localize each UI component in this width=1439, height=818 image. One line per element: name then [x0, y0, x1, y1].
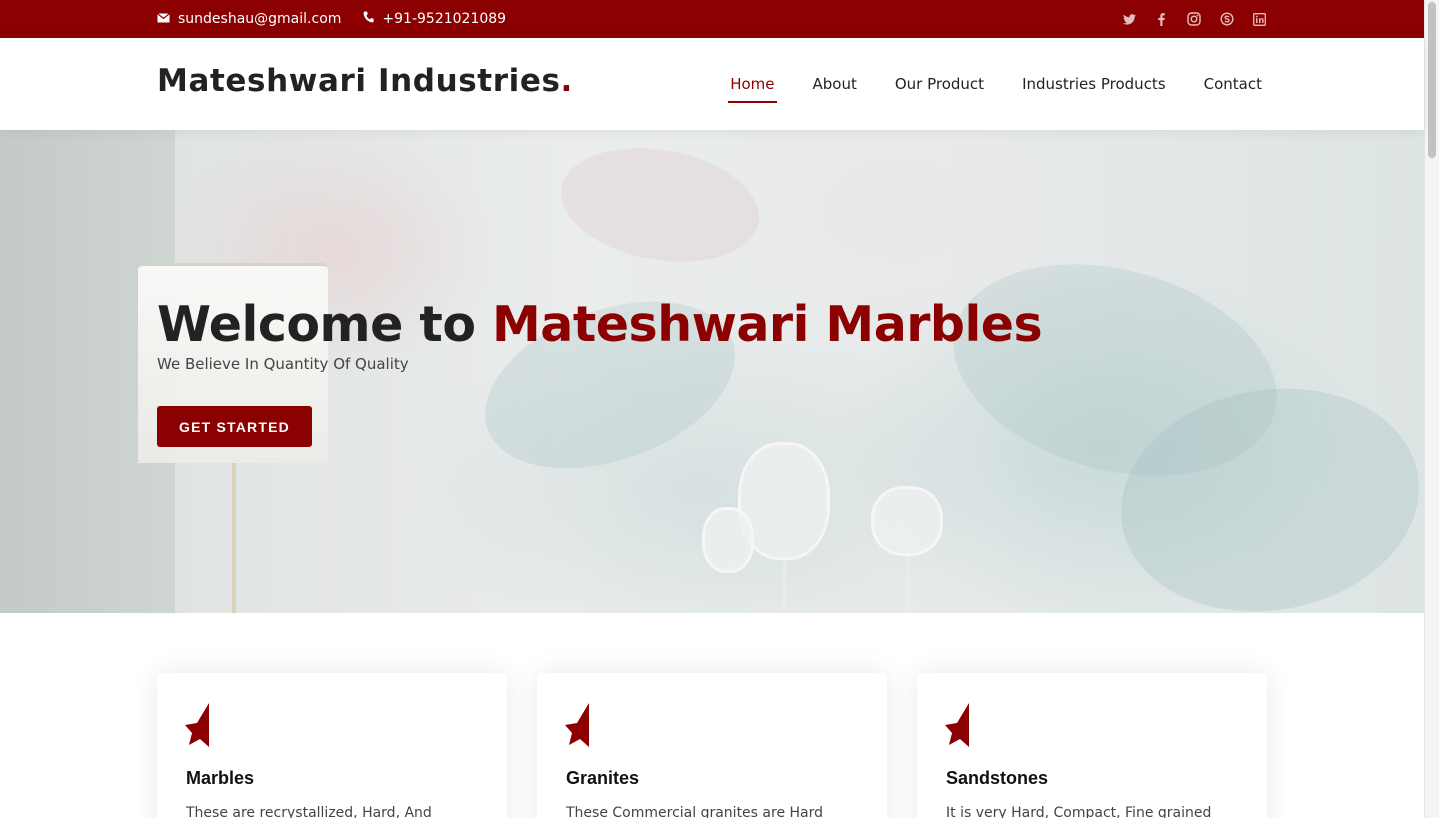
email-text: sundeshau@gmail.com	[178, 11, 342, 27]
hero-section: Welcome to Mateshwari Marbles We Believe…	[0, 130, 1424, 613]
hero-title: Welcome to Mateshwari Marbles	[157, 295, 1043, 355]
hero-lamp-pole	[232, 463, 236, 613]
nav-industries-products[interactable]: Industries Products	[1020, 71, 1168, 97]
card-text: It is very Hard, Compact, Fine grained	[946, 805, 1212, 818]
linkedin-icon[interactable]	[1250, 10, 1268, 28]
phone-text: +91-9521021089	[382, 11, 507, 27]
card-sandstones[interactable]: Sandstones It is very Hard, Compact, Fin…	[917, 673, 1267, 818]
logo-text: Mateshwari Industries	[157, 63, 561, 99]
hero-title-accent: Mateshwari Marbles	[492, 296, 1043, 353]
main-nav: Home About Our Product Industries Produc…	[694, 38, 1264, 130]
nav-about[interactable]: About	[811, 71, 859, 97]
scrollbar-thumb[interactable]	[1428, 2, 1436, 158]
card-text: These are recrystallized, Hard, And	[186, 805, 432, 818]
hero-mirror-stand	[783, 560, 786, 613]
site-header: Mateshwari Industries. Home About Our Pr…	[0, 38, 1424, 130]
star-half-icon	[185, 703, 209, 747]
hero-mirror-stand	[906, 556, 909, 613]
hero-mirror	[702, 507, 754, 573]
envelope-icon	[157, 11, 170, 27]
page-scrollbar[interactable]	[1424, 0, 1439, 818]
card-marbles[interactable]: Marbles These are recrystallized, Hard, …	[157, 673, 507, 818]
product-cards: Marbles These are recrystallized, Hard, …	[157, 673, 1297, 818]
logo[interactable]: Mateshwari Industries.	[157, 63, 573, 99]
twitter-icon[interactable]	[1120, 10, 1138, 28]
star-half-icon	[565, 703, 589, 747]
social-links	[1120, 0, 1283, 38]
hero-content: Welcome to Mateshwari Marbles We Believe…	[157, 295, 1043, 373]
hero-mirror	[871, 486, 943, 556]
skype-icon[interactable]	[1218, 10, 1236, 28]
logo-dot: .	[560, 63, 573, 99]
nav-contact[interactable]: Contact	[1202, 71, 1264, 97]
hero-title-prefix: Welcome to	[157, 296, 493, 353]
card-text: These Commercial granites are Hard	[566, 805, 824, 818]
facebook-icon[interactable]	[1153, 10, 1171, 28]
get-started-button[interactable]: GET STARTED	[157, 406, 312, 447]
hero-subtitle: We Believe In Quantity Of Quality	[157, 355, 409, 373]
card-granites[interactable]: Granites These Commercial granites are H…	[537, 673, 887, 818]
hero-background-decoration	[551, 133, 769, 277]
top-bar: sundeshau@gmail.com +91-9521021089	[0, 0, 1424, 38]
instagram-icon[interactable]	[1185, 10, 1203, 28]
card-title: Marbles	[186, 768, 255, 788]
star-half-icon	[945, 703, 969, 747]
contact-info: sundeshau@gmail.com +91-9521021089	[157, 0, 528, 38]
phone-icon	[363, 11, 375, 27]
email-link[interactable]: sundeshau@gmail.com	[157, 11, 341, 27]
nav-our-product[interactable]: Our Product	[893, 71, 986, 97]
card-title: Sandstones	[946, 768, 1049, 788]
card-title: Granites	[566, 768, 640, 788]
nav-home[interactable]: Home	[728, 71, 777, 103]
phone-link[interactable]: +91-9521021089	[363, 11, 506, 27]
